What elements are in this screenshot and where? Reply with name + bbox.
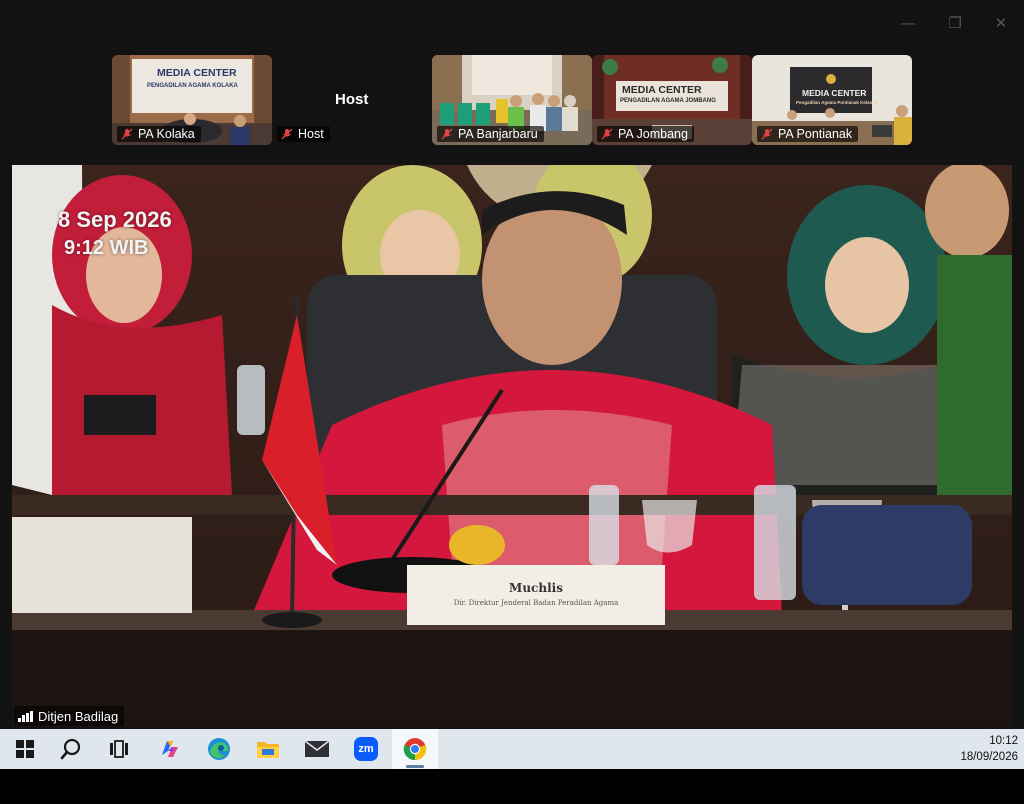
search-icon [60,738,81,760]
participant-tile-pa-pontianak[interactable]: MEDIA CENTER Pengadilan Agama Pontianak … [752,55,912,145]
participant-name: PA Jombang [618,127,688,141]
mic-off-icon [441,128,453,140]
video-timestamp-time: 9:12 WIB [64,237,149,259]
video-feed [12,165,1012,727]
mic-off-icon [121,128,133,140]
screen-bottom-edge [0,769,1024,804]
sign-text: MEDIA CENTER [157,67,237,79]
chrome-button[interactable] [392,729,438,769]
participant-tile-pa-jombang[interactable]: MEDIA CENTER PENGADILAN AGAMA JOMBANG PA… [592,55,752,145]
participant-name-tag: PA Kolaka [117,126,201,142]
active-speaker-tag: Ditjen Badilag [14,706,125,726]
copilot-icon [162,741,178,757]
maximize-button[interactable]: ❐ [940,10,970,36]
participant-name-tag: PA Banjarbaru [437,126,544,142]
mic-off-icon [761,128,773,140]
zoom-icon-label: zm [358,743,374,755]
active-speaker-video[interactable]: 8 Sep 2026 9:12 WIB Muchlis Dir. Direktu… [12,165,1012,727]
task-view-button[interactable] [96,729,142,769]
zoom-icon: zm [354,737,378,761]
participant-name: PA Kolaka [138,127,195,141]
participant-strip: MEDIA CENTER PENGADILAN AGAMA KOLAKA PA … [0,55,1024,145]
clock-time: 10:12 [989,735,1018,747]
edge-button[interactable] [196,729,242,769]
sign-subtext: Pengadilan Agama Pontianak Kelas IA [796,100,878,105]
copilot-button[interactable] [147,729,193,769]
file-explorer-button[interactable] [245,729,291,769]
participant-tile-pa-banjarbaru[interactable]: PA Banjarbaru [432,55,592,145]
taskbar: zm 10:12 18/09/2026 [0,729,1024,769]
windows-logo-icon [16,740,34,758]
participant-name-tag: PA Jombang [597,126,694,142]
search-button[interactable] [48,729,94,769]
edge-icon [208,738,230,760]
participant-name-tag: PA Pontianak [757,126,859,142]
sign-subtext: PENGADILAN AGAMA JOMBANG [620,98,716,104]
signal-strength-icon [18,710,33,722]
video-timestamp-date: 8 Sep 2026 [58,207,172,232]
minimize-button[interactable]: — [893,10,923,36]
mail-icon [304,740,330,757]
title-bar: — ❐ ✕ [0,0,1024,45]
chrome-icon [403,738,427,761]
nameplate-title: Dir. Direktur Jenderal Badan Peradilan A… [453,599,619,607]
start-button[interactable] [2,729,48,769]
sign-text: MEDIA CENTER [802,88,867,98]
system-clock[interactable]: 10:12 18/09/2026 [960,733,1018,765]
close-button[interactable]: ✕ [986,10,1016,36]
active-speaker-name: Ditjen Badilag [38,708,119,724]
participant-tile-pa-kolaka[interactable]: MEDIA CENTER PENGADILAN AGAMA KOLAKA PA … [112,55,272,145]
nameplate-name: Muchlis [509,581,563,595]
host-video-off-label: Host [335,91,369,108]
task-view-icon [110,740,128,758]
participant-name: PA Pontianak [778,127,853,141]
sign-text: MEDIA CENTER [622,84,702,96]
sign-subtext: PENGADILAN AGAMA KOLAKA [147,83,238,89]
clock-date: 18/09/2026 [960,751,1018,763]
participant-name: PA Banjarbaru [458,127,538,141]
mic-off-icon [601,128,613,140]
mic-off-icon [281,128,293,140]
participant-name: Host [298,127,324,141]
mail-button[interactable] [294,729,340,769]
folder-icon [257,742,279,758]
zoom-button[interactable]: zm [343,729,389,769]
participant-name-tag: Host [277,126,330,142]
